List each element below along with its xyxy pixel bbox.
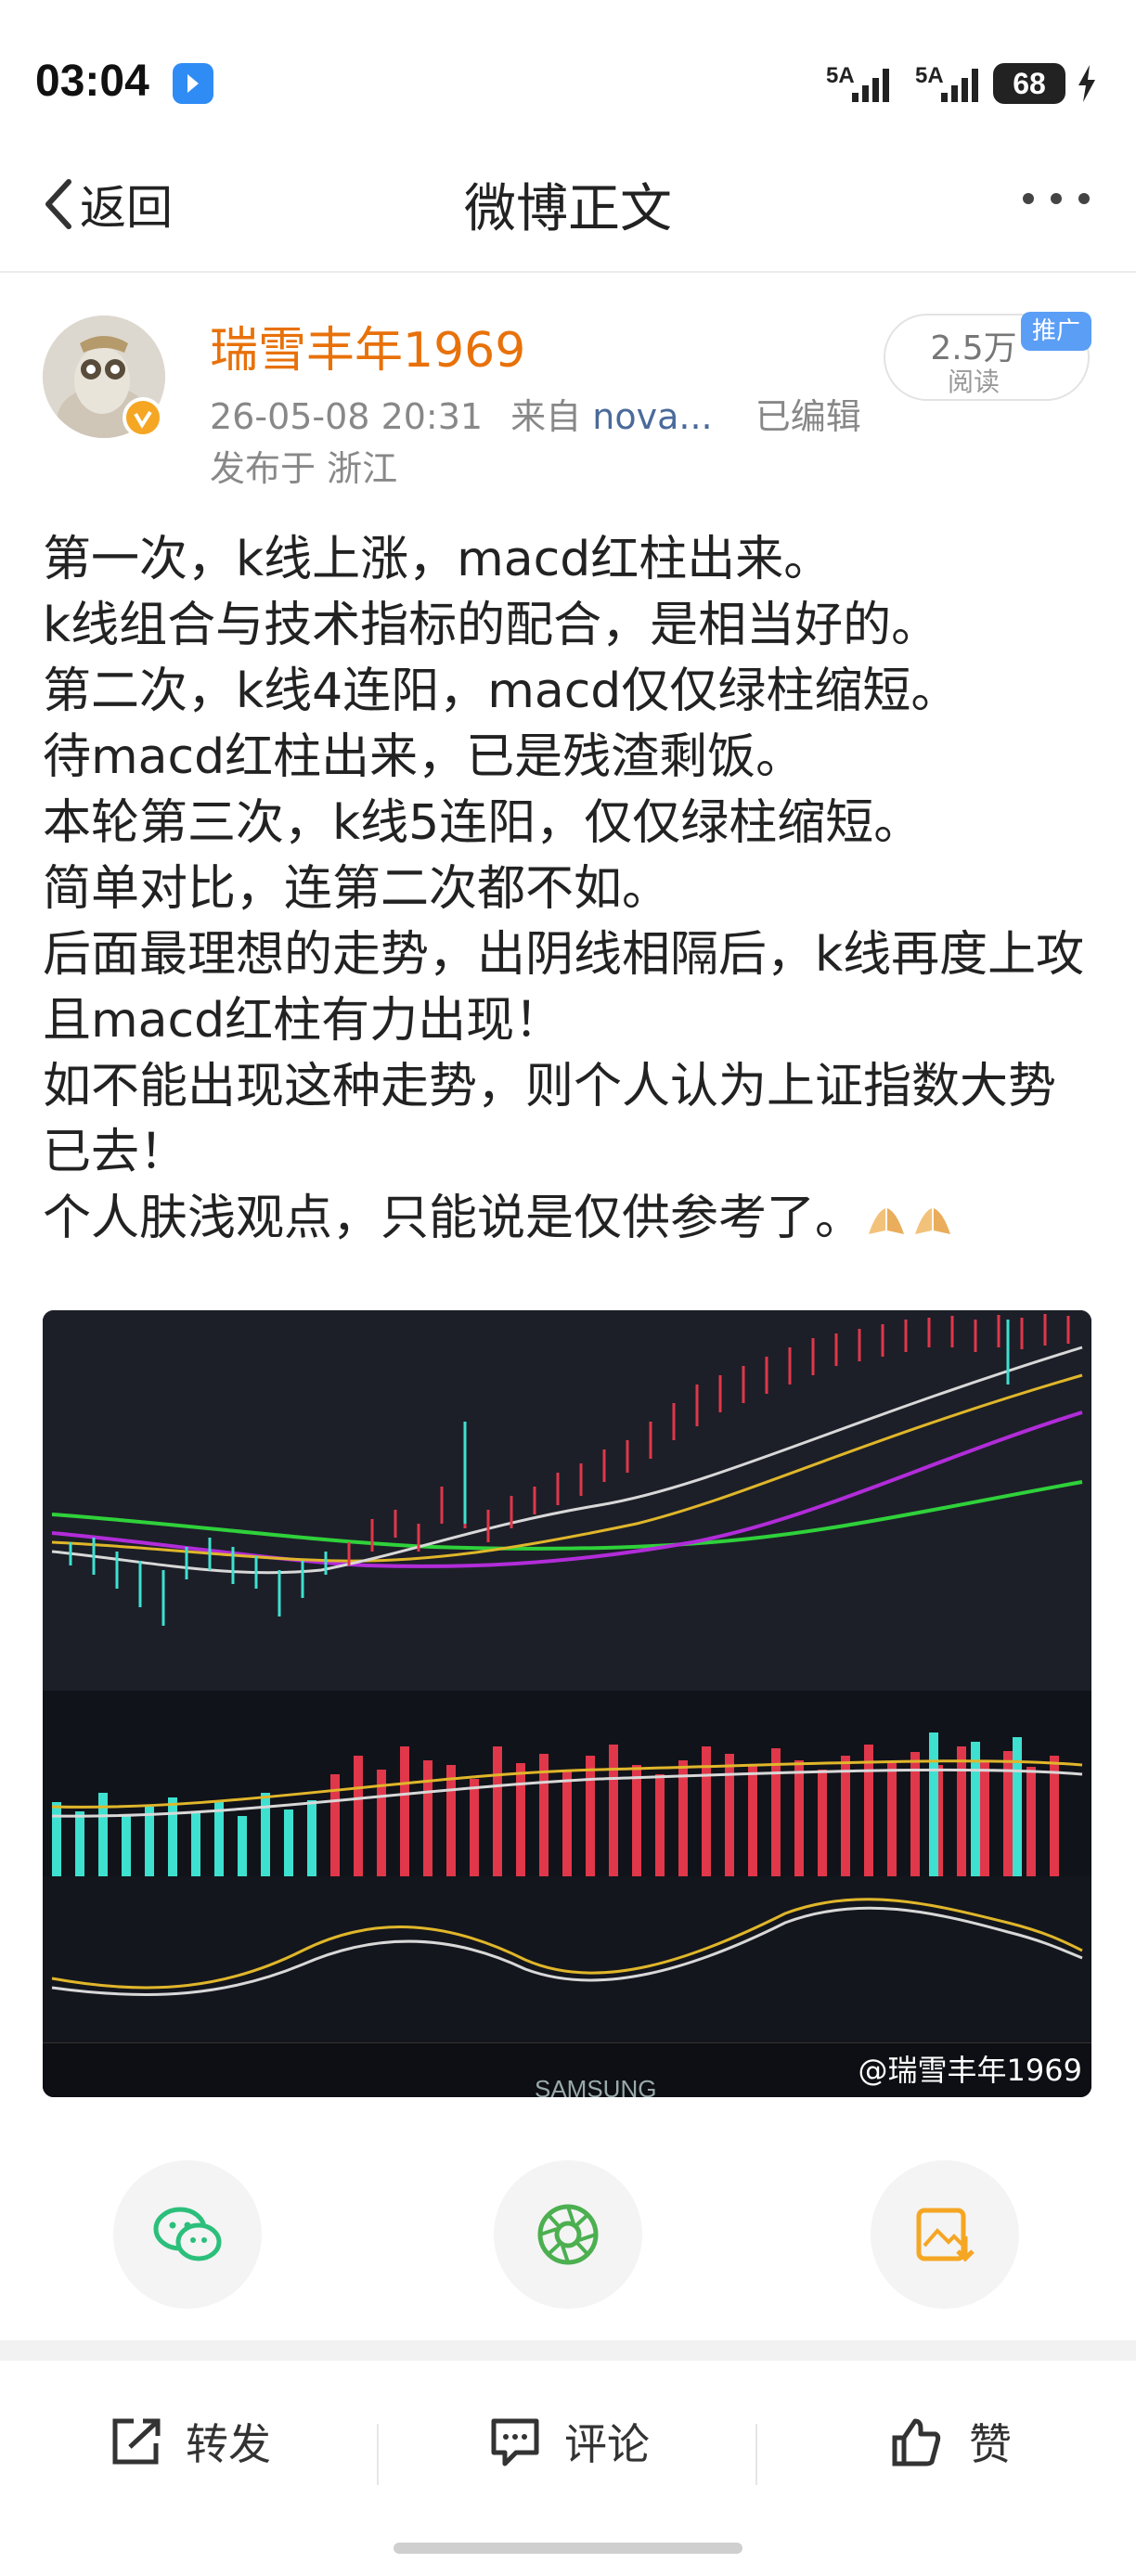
signal-icon bbox=[941, 69, 978, 102]
wechat-icon bbox=[153, 2207, 222, 2261]
author-name[interactable]: 瑞雪丰年1969 bbox=[210, 311, 525, 380]
top-nav-bar: 返回 微博正文 bbox=[0, 139, 1136, 273]
save-image-button[interactable] bbox=[871, 2160, 1019, 2309]
post-body: 第一次，k线上涨，macd红柱出来。 k线组合与技术指标的配合，是相当好的。 第… bbox=[43, 527, 1097, 1252]
repost-icon bbox=[112, 2418, 161, 2465]
comment-icon bbox=[491, 2418, 539, 2467]
like-button[interactable]: 赞 bbox=[889, 2411, 1012, 2472]
moments-icon bbox=[537, 2204, 599, 2265]
repost-button[interactable]: 转发 bbox=[108, 2411, 271, 2472]
share-wechat-button[interactable] bbox=[113, 2160, 262, 2309]
read-count-label: 阅读 bbox=[947, 367, 1000, 397]
image-watermark: @瑞雪丰年1969 bbox=[858, 2053, 1082, 2088]
post-line: 本轮第三次，k线5连阳，仅仅绿柱缩短。 bbox=[43, 795, 923, 851]
verified-badge-icon bbox=[123, 397, 163, 438]
monitor-brand: SAMSUNG bbox=[535, 2075, 656, 2097]
post-line: k线组合与技术指标的配合，是相当好的。 bbox=[43, 598, 940, 653]
comment-label: 评论 bbox=[564, 2419, 650, 2469]
status-time: 03:04 bbox=[35, 57, 149, 106]
source-prefix: 来自 bbox=[510, 396, 582, 437]
post-line: 后面最理想的走势，出阴线相隔后，k线再度上攻且macd红柱有力出现！ bbox=[43, 927, 1085, 1049]
app-notification-icon bbox=[173, 63, 213, 104]
stock-chart-photo: SAMSUNG bbox=[43, 1310, 1091, 2097]
post-line-last: 个人肤浅观点，只能说是仅供参考了。 bbox=[43, 1186, 1097, 1252]
edited-label: 已编辑 bbox=[755, 396, 861, 437]
action-separator bbox=[377, 2424, 379, 2485]
status-bar: 03:04 5A 5A 68 bbox=[0, 0, 1136, 139]
post-image[interactable]: SAMSUNG @瑞雪丰年1969 bbox=[43, 1310, 1091, 2097]
thumbs-up-icon bbox=[892, 2418, 941, 2467]
comment-button[interactable]: 评论 bbox=[488, 2411, 650, 2472]
post-line: 第二次，k线4连阳，macd仅仅绿柱缩短。 bbox=[43, 663, 960, 719]
praying-hands-emoji-icon bbox=[915, 1208, 951, 1234]
page-title: 微博正文 bbox=[464, 179, 672, 239]
praying-hands-emoji-icon bbox=[869, 1208, 905, 1234]
save-image-icon bbox=[916, 2208, 975, 2262]
section-divider bbox=[0, 2340, 1136, 2361]
post-source[interactable]: nova... bbox=[592, 396, 712, 437]
post-line: 第一次，k线上涨，macd红柱出来。 bbox=[43, 532, 833, 587]
post-meta: 26-05-08 20:31 来自 nova... 已编辑 bbox=[210, 388, 861, 439]
post-line: 待macd红柱出来，已是残渣剩饭。 bbox=[43, 729, 805, 785]
bottom-action-bar: 转发 评论 赞 bbox=[0, 2361, 1136, 2518]
post-line: 简单对比，连第二次都不如。 bbox=[43, 861, 671, 917]
repost-label: 转发 bbox=[186, 2419, 271, 2469]
signal-icon bbox=[852, 69, 889, 102]
action-separator bbox=[755, 2424, 757, 2485]
share-moments-button[interactable] bbox=[494, 2160, 642, 2309]
post-line: 如不能出现这种走势，则个人认为上证指数大势已去！ bbox=[43, 1059, 1057, 1180]
promote-badge[interactable]: 推广 bbox=[1021, 312, 1091, 351]
charging-icon bbox=[1078, 65, 1095, 102]
like-label: 赞 bbox=[969, 2419, 1012, 2469]
post-line: 个人肤浅观点，只能说是仅供参考了。 bbox=[43, 1191, 864, 1246]
more-options-button[interactable] bbox=[1023, 193, 1090, 204]
battery-indicator: 68 bbox=[993, 63, 1065, 104]
post-timestamp: 26-05-08 20:31 bbox=[210, 396, 484, 437]
post-location: 发布于 浙江 bbox=[210, 448, 398, 489]
home-indicator[interactable] bbox=[394, 2543, 742, 2554]
